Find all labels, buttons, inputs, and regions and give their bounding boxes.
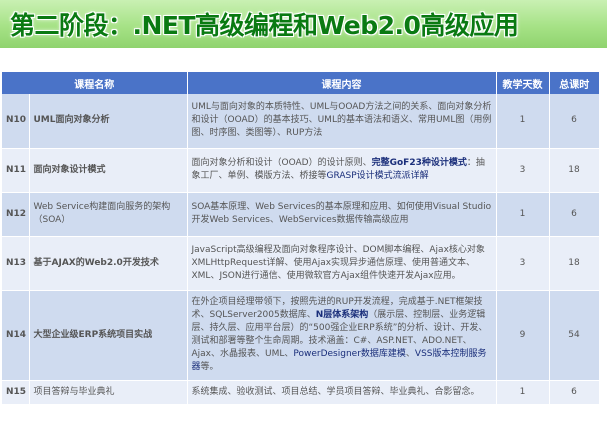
table-row: N11 面向对象设计模式 面向对象分析和设计（OOAD）的设计原则、完整GoF2…	[2, 148, 600, 193]
row-hours: 18	[549, 236, 600, 291]
desc-highlight: GRASP设计模式流派详解	[326, 171, 429, 181]
table-row: N14 大型企业级ERP系统项目实战 在外企项目经理带领下，按照先进的RUP开发…	[2, 290, 600, 381]
row-hours: 54	[549, 290, 600, 381]
table-row: N10 UML面向对象分析 UML与面向对象的本质特性、UML与OOAD方法之间…	[2, 94, 600, 149]
row-days: 1	[496, 94, 550, 149]
row-id: N12	[2, 192, 30, 237]
desc-highlight: N层体系架构	[315, 310, 369, 320]
row-days: 9	[496, 290, 550, 381]
row-id: N14	[2, 290, 30, 381]
slide-title: 第二阶段：.NET高级编程和Web2.0高级应用	[10, 11, 519, 40]
table-row: N12 Web Service构建面向服务的架构（SOA） SOA基本原理、We…	[2, 192, 600, 237]
row-course-name: 基于AJAX的Web2.0开发技术	[29, 236, 188, 291]
row-course-desc: SOA基本原理、Web Services的基本原理和应用、如何使用Visual …	[187, 192, 497, 237]
row-course-name: 面向对象设计模式	[29, 148, 188, 193]
title-banner: 第二阶段：.NET高级编程和Web2.0高级应用	[0, 0, 607, 48]
table-header-row: 课程名称 课程内容 教学天数 总课时	[2, 72, 599, 94]
row-course-name: UML面向对象分析	[29, 94, 188, 149]
header-total-hours: 总课时	[549, 72, 599, 94]
row-course-desc: 系统集成、验收测试、项目总结、学员项目答辩、毕业典礼、合影留念。	[187, 380, 497, 405]
row-days: 1	[496, 380, 550, 405]
row-days: 3	[496, 148, 550, 193]
row-course-name: 大型企业级ERP系统项目实战	[29, 290, 188, 381]
desc-part: 面向对象分析和设计（OOAD）的设计原则、	[191, 158, 372, 168]
course-table: 课程名称 课程内容 教学天数 总课时 N10 UML面向对象分析 UML与面向对…	[2, 72, 600, 405]
row-days: 1	[496, 192, 550, 237]
row-hours: 6	[549, 192, 600, 237]
row-course-desc: JavaScript高级编程及面向对象程序设计、DOM脚本编程、Ajax核心对象…	[187, 236, 497, 291]
row-days: 3	[496, 236, 550, 291]
row-hours: 6	[549, 380, 600, 405]
row-hours: 18	[549, 148, 600, 193]
row-course-name: Web Service构建面向服务的架构（SOA）	[29, 192, 188, 237]
row-id: N13	[2, 236, 30, 291]
row-course-desc: UML与面向对象的本质特性、UML与OOAD方法之间的关系、面向对象分析和设计（…	[187, 94, 497, 149]
header-teaching-days: 教学天数	[496, 72, 550, 94]
row-id: N11	[2, 148, 30, 193]
row-course-desc: 面向对象分析和设计（OOAD）的设计原则、完整GoF23种设计模式：抽象工厂、单…	[187, 148, 497, 193]
desc-part: 、	[405, 349, 415, 359]
row-course-desc: 在外企项目经理带领下，按照先进的RUP开发流程，完成基于.NET框架技术、SQL…	[187, 290, 497, 381]
desc-highlight: PowerDesigner数据库建模	[293, 349, 406, 359]
row-id: N10	[2, 94, 30, 149]
desc-highlight: 完整GoF23种设计模式	[371, 158, 467, 168]
desc-part: 等。	[200, 362, 219, 372]
row-hours: 6	[549, 94, 600, 149]
table-row: N15 项目答辩与毕业典礼 系统集成、验收测试、项目总结、学员项目答辩、毕业典礼…	[2, 380, 600, 405]
table-row: N13 基于AJAX的Web2.0开发技术 JavaScript高级编程及面向对…	[2, 236, 600, 291]
row-course-name: 项目答辩与毕业典礼	[29, 380, 188, 405]
header-course-name: 课程名称	[2, 72, 188, 94]
row-id: N15	[2, 380, 30, 405]
header-course-content: 课程内容	[187, 72, 497, 94]
